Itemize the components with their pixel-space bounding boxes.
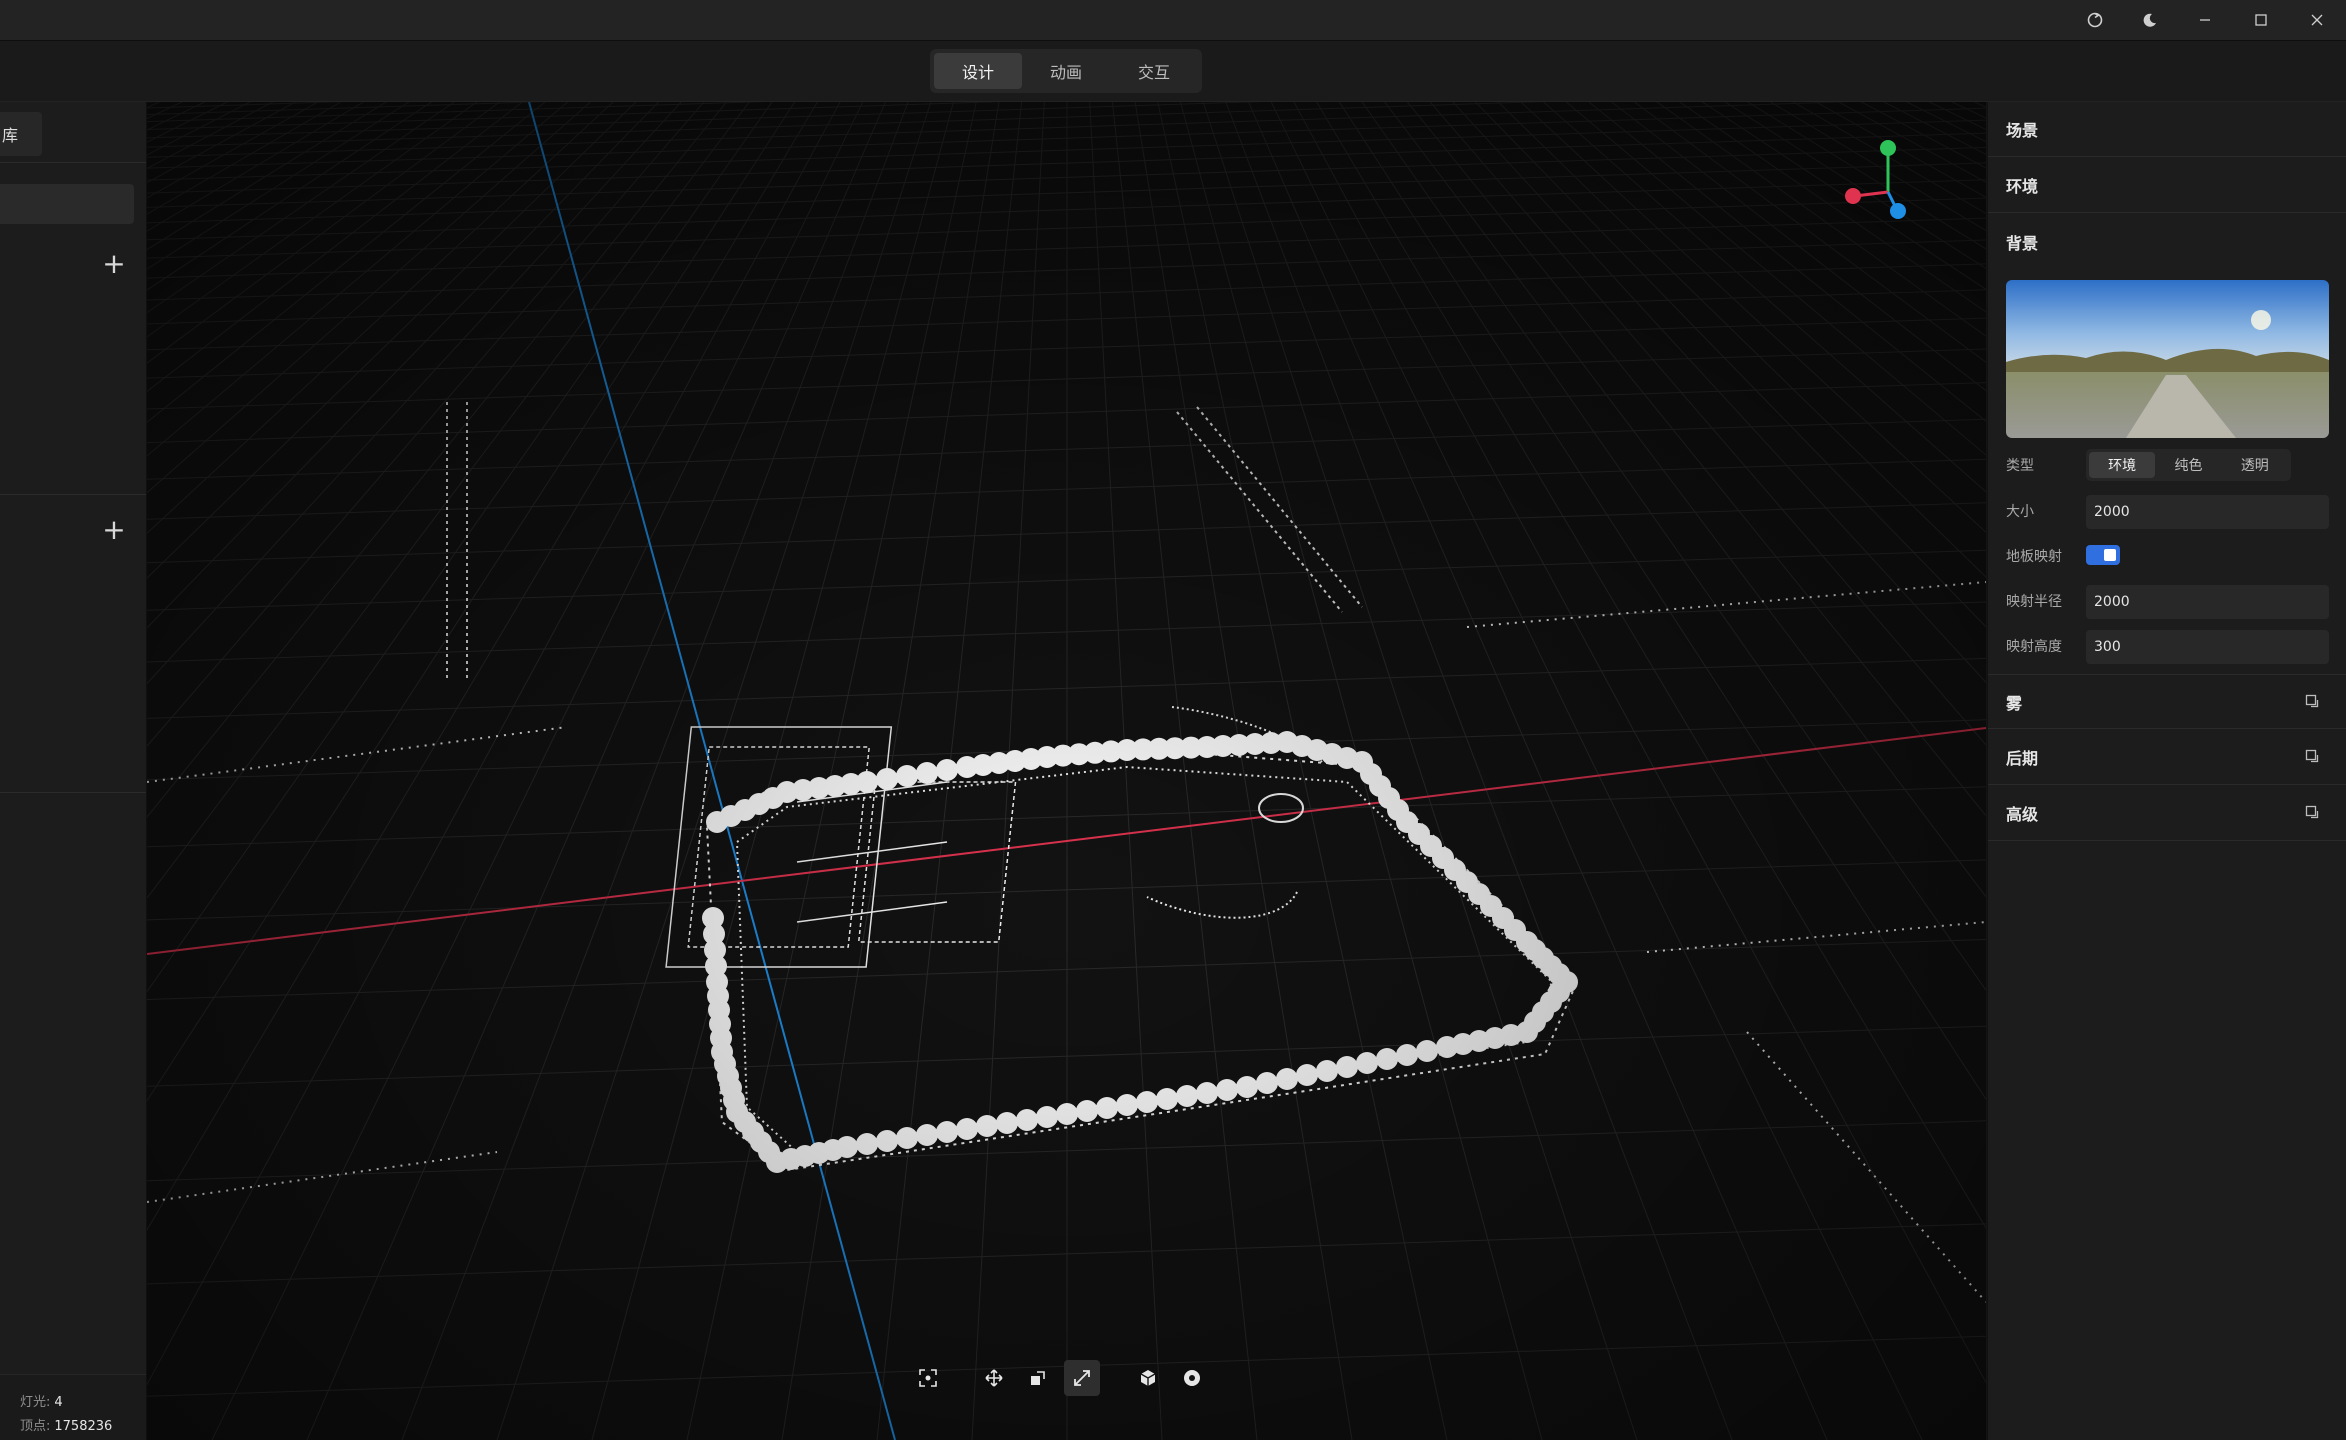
background-preview[interactable] (2006, 280, 2329, 438)
3d-viewport[interactable] (147, 102, 1986, 1440)
add-icon[interactable]: + (100, 516, 128, 544)
section-post-label: 后期 (2006, 749, 2039, 768)
vertices-label: 顶点: (20, 1419, 51, 1434)
left-panel: 库 + + 灯光: 4 顶点: 1758236 (0, 102, 147, 1440)
section-scene[interactable]: 场景 (1988, 102, 2346, 157)
rotate-icon[interactable] (1020, 1360, 1056, 1396)
settings-icon[interactable] (1174, 1360, 1210, 1396)
tab-design[interactable]: 设计 (934, 53, 1022, 89)
ground-projection-label: 地板映射 (2006, 549, 2062, 565)
add-icon[interactable]: + (100, 250, 128, 278)
type-selector: 环境 纯色 透明 (2086, 449, 2291, 481)
height-label: 映射高度 (2006, 639, 2062, 655)
refresh-icon[interactable] (2070, 0, 2120, 40)
top-toolbar: 设计 动画 交互 (0, 41, 2346, 102)
type-option-solid[interactable]: 纯色 (2155, 452, 2221, 478)
type-option-environment[interactable]: 环境 (2089, 452, 2156, 478)
axis-gizmo[interactable] (1837, 132, 1927, 222)
divider (0, 792, 146, 793)
expand-icon[interactable] (2305, 749, 2319, 763)
toggle-knob (2104, 549, 2116, 561)
cube-icon[interactable] (1130, 1360, 1166, 1396)
move-icon[interactable] (976, 1360, 1012, 1396)
type-option-transparent[interactable]: 透明 (2222, 452, 2288, 478)
radius-label: 映射半径 (2006, 594, 2062, 610)
library-tab[interactable]: 库 (0, 112, 42, 156)
viewport-tools (910, 1352, 1210, 1404)
height-input[interactable]: 300 (2086, 630, 2329, 664)
divider (0, 494, 146, 495)
type-label: 类型 (2006, 458, 2034, 474)
section-environment[interactable]: 环境 (1988, 158, 2346, 213)
size-label: 大小 (2006, 504, 2034, 520)
mode-tabs: 设计 动画 交互 (930, 49, 1202, 93)
title-bar (0, 0, 2346, 41)
lights-value: 4 (54, 1395, 63, 1410)
ground-projection-toggle[interactable] (2086, 545, 2120, 565)
section-advanced-label: 高级 (2006, 805, 2039, 824)
tab-animation[interactable]: 动画 (1022, 53, 1110, 89)
maximize-icon[interactable] (2236, 0, 2286, 40)
scene-stats: 灯光: 4 顶点: 1758236 (0, 1374, 146, 1440)
properties-panel: 场景 环境 背景 类型 环境 纯色 透明 大小 2000 地板映射 映射半径 2… (1987, 102, 2346, 1440)
expand-icon[interactable] (2305, 805, 2319, 819)
scale-icon[interactable] (1064, 1360, 1100, 1396)
section-background[interactable]: 背景 (1988, 214, 2346, 269)
section-advanced[interactable]: 高级 (1988, 786, 2346, 841)
size-input[interactable]: 2000 (2086, 495, 2329, 529)
radius-input[interactable]: 2000 (2086, 585, 2329, 619)
lights-label: 灯光: (20, 1395, 51, 1410)
search-input[interactable] (0, 184, 134, 224)
expand-icon[interactable] (2305, 694, 2319, 708)
divider (0, 162, 146, 163)
scene-canvas (147, 102, 1986, 1440)
section-post[interactable]: 后期 (1988, 730, 2346, 785)
focus-icon[interactable] (910, 1360, 946, 1396)
tab-interaction[interactable]: 交互 (1110, 53, 1198, 89)
minimize-icon[interactable] (2180, 0, 2230, 40)
vertices-value: 1758236 (54, 1419, 113, 1434)
section-fog-label: 雾 (2006, 693, 2023, 713)
moon-icon[interactable] (2125, 0, 2175, 40)
section-fog[interactable]: 雾 (1988, 674, 2346, 729)
close-icon[interactable] (2292, 0, 2342, 40)
